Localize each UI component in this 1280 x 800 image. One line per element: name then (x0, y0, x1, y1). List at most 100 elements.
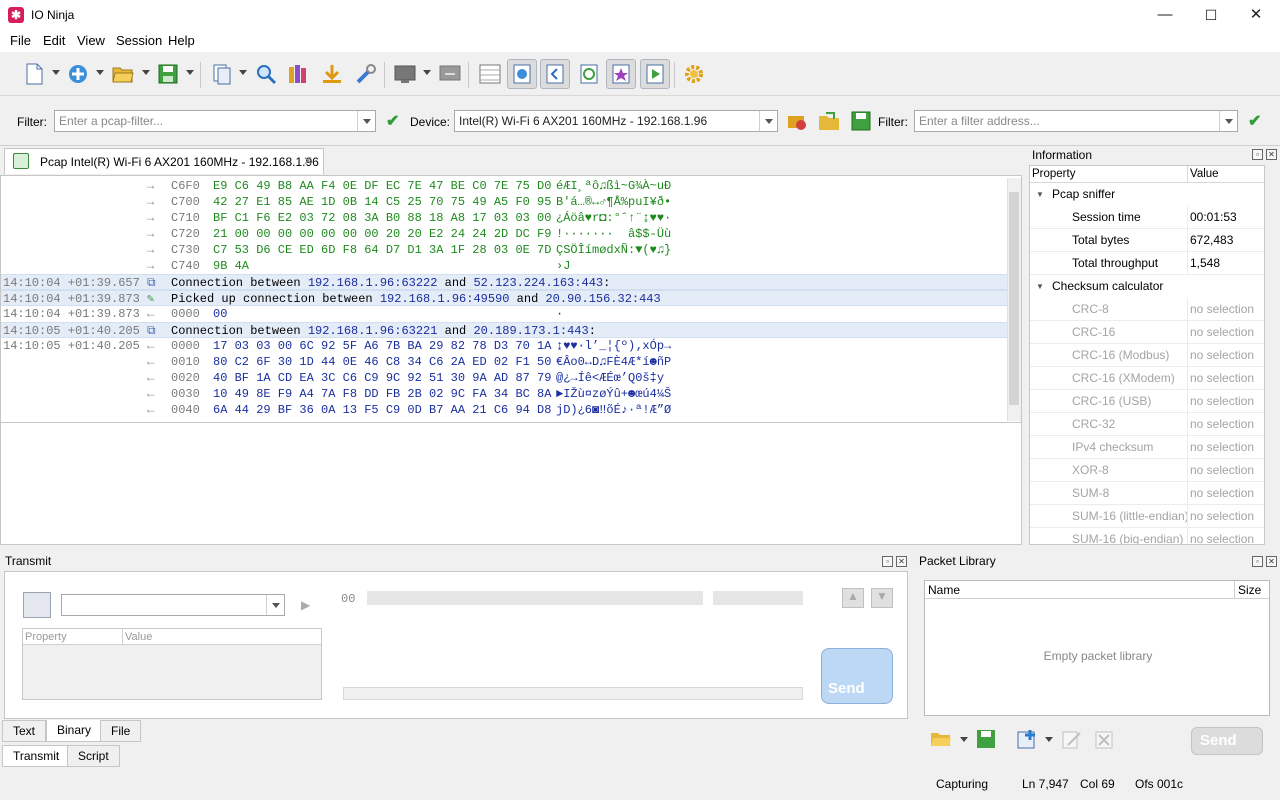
highlighters-icon[interactable] (286, 62, 310, 86)
gear-icon[interactable] (682, 62, 706, 86)
log-message-row[interactable]: 14:10:05 +01:40.205 ⧉ Connection between 1… (1, 322, 1007, 338)
log-data-row[interactable]: ← 0020 40 BF 1A CD EA 3C C6 C9 9C 92 51 30… (1, 370, 1007, 386)
maximize-button[interactable]: ☐ (1188, 0, 1234, 30)
pcap-filter-input[interactable]: Enter a pcap-filter... (54, 110, 376, 132)
hex-bytes[interactable]: 42 27 E1 85 AE 1D 0B 14 C5 25 70 75 49 A… (213, 194, 551, 210)
log-message-row[interactable]: 14:10:04 +01:39.873 ✎ Picked up connection… (1, 290, 1007, 306)
history-up-icon[interactable]: ▲ (842, 588, 864, 608)
info-property-row[interactable]: CRC-32 no selection (1030, 413, 1264, 436)
ascii-bytes[interactable]: @¿→Íê<ÆÉœ’Q0š­‡y (556, 370, 664, 386)
column-header-property[interactable]: Property (1030, 166, 1188, 183)
log-data-row[interactable]: → C710 BF C1 F6 E2 03 72 08 3A B0 88 18 A8… (1, 210, 1007, 226)
log-data-row[interactable]: → C730 C7 53 D6 CE ED 6D F8 64 D7 D1 3A 1F… (1, 242, 1007, 258)
info-property-row[interactable]: Total throughput 1,548 (1030, 252, 1264, 275)
open-folder-icon[interactable] (111, 62, 135, 86)
library-col-name[interactable]: Name (925, 581, 1235, 599)
hex-bytes[interactable]: 80 C2 6F 30 1D 44 0E 46 C8 34 C6 2A ED 0… (213, 354, 551, 370)
device-select[interactable]: Intel(R) Wi-Fi 6 AX201 160MHz - 192.168.… (454, 110, 778, 132)
tab-transmit[interactable]: Transmit (2, 745, 71, 767)
library-save-icon[interactable] (976, 729, 996, 749)
copy-dropdown[interactable] (239, 70, 247, 75)
hex-bytes[interactable]: C7 53 D6 CE ED 6D F8 64 D7 D1 3A 1F 28 0… (213, 242, 551, 258)
ascii-bytes[interactable]: · (556, 306, 563, 322)
log-data-row[interactable]: → C740 9B 4A ›J (1, 258, 1007, 274)
address-filter-input[interactable]: Enter a filter address... (914, 110, 1238, 132)
menu-file[interactable]: File (10, 33, 31, 48)
transmit-properties-table[interactable]: Property Value (22, 628, 322, 700)
log-data-row[interactable]: 14:10:05 +01:40.205 ← 0000 17 03 03 00 6C 9… (1, 338, 1007, 354)
save-icon[interactable] (156, 62, 180, 86)
tab-binary[interactable]: Binary (46, 720, 103, 742)
tab-script[interactable]: Script (67, 745, 120, 767)
columns-icon[interactable] (478, 62, 502, 86)
history-down-icon[interactable]: ▼ (871, 588, 893, 608)
save-dropdown[interactable] (186, 70, 194, 75)
packet-select-dropdown-icon[interactable] (266, 595, 284, 615)
info-property-row[interactable]: CRC-16 (XModem) no selection (1030, 367, 1264, 390)
play-script-icon[interactable] (640, 59, 670, 89)
float-transmit-icon[interactable]: ▫ (882, 556, 893, 567)
menu-session[interactable]: Session (116, 33, 162, 48)
log-view[interactable]: → C6F0 E9 C6 49 B8 AA F4 0E DF EC 7E 47 BE… (1, 178, 1007, 421)
close-library-icon[interactable]: ✕ (1266, 556, 1277, 567)
terminal-dropdown[interactable] (423, 70, 431, 75)
ascii-bytes[interactable]: ›J (556, 258, 570, 274)
close-tab-icon[interactable]: ✕ (303, 154, 313, 168)
hex-bytes[interactable]: BF C1 F6 E2 03 72 08 3A B0 88 18 A8 17 0… (213, 210, 551, 226)
library-col-size[interactable]: Size (1235, 581, 1269, 599)
log-scrollbar-thumb[interactable] (1009, 192, 1019, 405)
capture-settings-icon[interactable] (785, 109, 809, 133)
ascii-bytes[interactable]: ↨♥♥·l’_¦{º)‚xÓp→ (556, 338, 671, 354)
ascii-bytes[interactable]: ÇSÖÎímødxÑ:▼(♥♫} (556, 242, 671, 258)
open-capture-icon[interactable] (817, 109, 841, 133)
device-dropdown-icon[interactable] (759, 111, 777, 131)
float-panel-icon[interactable]: ▫ (1252, 149, 1263, 160)
log-data-row[interactable]: ← 0030 10 49 8E F9 A4 7A F8 DD FB 2B 02 9C… (1, 386, 1007, 402)
new-connection-icon[interactable] (66, 62, 90, 86)
library-edit-icon[interactable] (1062, 729, 1082, 749)
hex-bytes[interactable]: 17 03 03 00 6C 92 5F A6 7B BA 29 82 78 D… (213, 338, 551, 354)
hex-bytes[interactable]: E9 C6 49 B8 AA F4 0E DF EC 7E 47 BE C0 7… (213, 178, 551, 194)
ascii-bytes[interactable]: éÆI¸ªô♫ßì~G¾À~uÐ (556, 178, 671, 194)
menu-help[interactable]: Help (168, 33, 195, 48)
menu-edit[interactable]: Edit (43, 33, 65, 48)
menu-view[interactable]: View (77, 33, 105, 48)
transmit-mode-icon[interactable] (23, 592, 51, 618)
hex-bytes[interactable]: 6A 44 29 BF 36 0A 13 F5 C9 0D B7 AA 21 C… (213, 402, 551, 418)
info-group-row[interactable]: ▼ Checksum calculator (1030, 275, 1264, 298)
ascii-bytes[interactable]: jD)¿6◙‼õÉ♪·ª!Æ”Ø (556, 402, 671, 418)
log-data-row[interactable]: ← 0010 80 C2 6F 30 1D 44 0E 46 C8 34 C6 2A… (1, 354, 1007, 370)
cycle-icon[interactable] (577, 62, 601, 86)
tab-session[interactable]: Pcap Intel(R) Wi-Fi 6 AX201 160MHz - 192… (4, 148, 324, 174)
log-message-row[interactable]: 14:10:04 +01:39.657 ⧉ Connection between 1… (1, 274, 1007, 290)
hex-bytes[interactable]: 00 (213, 306, 227, 322)
find-icon[interactable] (254, 62, 278, 86)
info-group-row[interactable]: ▼ Pcap sniffer (1030, 183, 1264, 206)
hex-edit-field[interactable] (367, 591, 703, 605)
info-property-row[interactable]: SUM-8 no selection (1030, 482, 1264, 505)
hex-bytes[interactable]: 21 00 00 00 00 00 00 00 20 20 E2 24 24 2… (213, 226, 551, 242)
copy-icon[interactable] (210, 62, 234, 86)
address-filter-dropdown-icon[interactable] (1219, 111, 1237, 131)
collapse-arrow-icon[interactable]: ▼ (1036, 275, 1044, 298)
terminal-icon[interactable] (393, 62, 417, 86)
library-delete-icon[interactable] (1095, 729, 1115, 749)
library-open-icon[interactable] (930, 728, 952, 750)
info-property-row[interactable]: XOR-8 no selection (1030, 459, 1264, 482)
bookmark-star-icon[interactable] (606, 59, 636, 89)
log-data-row[interactable]: → C6F0 E9 C6 49 B8 AA F4 0E DF EC 7E 47 BE… (1, 178, 1007, 194)
transmit-packet-select[interactable] (61, 594, 285, 616)
column-header-value[interactable]: Value (1188, 166, 1264, 183)
float-library-icon[interactable]: ▫ (1252, 556, 1263, 567)
library-open-dropdown[interactable] (960, 737, 968, 742)
open-dropdown[interactable] (142, 70, 150, 75)
send-button[interactable]: Send (821, 648, 893, 704)
library-add-dropdown[interactable] (1045, 737, 1053, 742)
back-navigation-icon[interactable] (540, 59, 570, 89)
save-capture-icon[interactable] (849, 109, 873, 133)
information-scrollbar[interactable] (1265, 165, 1278, 545)
play-icon[interactable]: ▶ (301, 598, 310, 612)
packet-library-list[interactable]: Name Size Empty packet library (924, 580, 1270, 716)
download-icon[interactable] (320, 62, 344, 86)
close-transmit-icon[interactable]: ✕ (896, 556, 907, 567)
